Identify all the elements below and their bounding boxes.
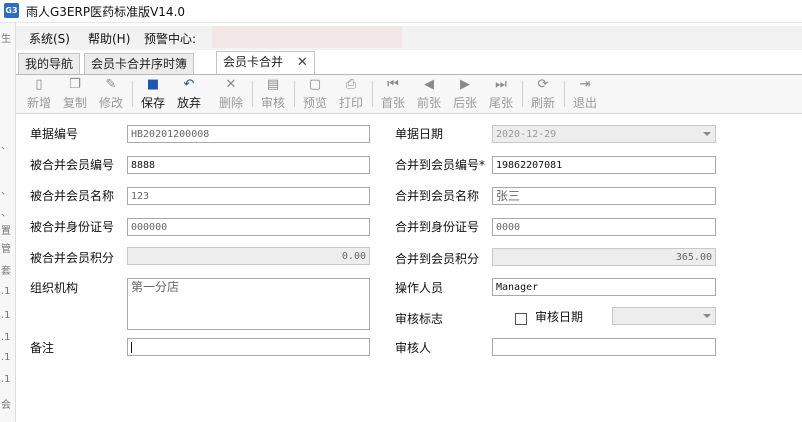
save-button[interactable]: ■ 保存 — [138, 77, 168, 111]
delete-icon: ✕ — [225, 77, 237, 92]
first-record-button[interactable]: ⏮ 首张 — [378, 77, 408, 111]
first-icon: ⏮ — [387, 77, 399, 92]
menu-system[interactable]: 系统(S) — [29, 30, 70, 47]
window-title: 雨人G3ERP医药标准版V14.0 — [26, 5, 186, 19]
new-button[interactable]: ▯ 新增 — [24, 77, 54, 111]
prev-icon: ◀ — [424, 77, 434, 92]
toolbar-separator — [132, 81, 133, 107]
menu-help[interactable]: 帮助(H) — [88, 30, 130, 47]
exit-icon: ⇥ — [579, 77, 591, 92]
audit-flag-checkbox[interactable] — [515, 313, 527, 325]
from-points-label: 被合并会员积分 — [30, 251, 115, 265]
toolbar-separator — [372, 81, 373, 107]
doc-no-field[interactable]: HB20201200008 — [127, 125, 370, 143]
tab-my-navigation[interactable]: 我的导航 — [18, 53, 81, 74]
from-points-field: 0.00 — [127, 247, 370, 265]
tab-label: 会员卡合并 — [223, 55, 284, 69]
auditor-label: 审核人 — [395, 341, 432, 355]
operator-field[interactable]: Manager — [492, 278, 716, 296]
chevron-down-icon — [703, 314, 711, 318]
audit-button[interactable]: ▤ 审核 — [258, 77, 288, 111]
from-id-no-field[interactable]: 000000 — [127, 218, 370, 236]
alert-center-area — [212, 26, 402, 48]
org-field[interactable]: 第一分店 — [127, 278, 370, 330]
remark-field[interactable] — [127, 338, 370, 356]
last-icon: ⏭ — [495, 77, 507, 92]
toolbar-separator — [252, 81, 253, 107]
org-label: 组织机构 — [30, 281, 79, 295]
refresh-icon: ⟳ — [537, 77, 549, 92]
next-record-button[interactable]: ▶ 后张 — [450, 77, 480, 111]
menu-bar: 系统(S) 帮助(H) 预警中心: — [16, 26, 802, 50]
to-member-name-field[interactable]: 张三 — [492, 187, 716, 205]
auditor-field[interactable] — [492, 338, 716, 356]
copy-icon: ❐ — [69, 77, 81, 92]
next-icon: ▶ — [460, 77, 470, 92]
to-id-no-label: 合并到身份证号 — [395, 220, 480, 234]
toolbar-separator — [564, 81, 565, 107]
doc-date-value: 2020-12-29 — [496, 129, 557, 140]
delete-button[interactable]: ✕ 删除 — [216, 77, 246, 111]
to-member-no-field[interactable]: 19862207081 — [492, 156, 716, 174]
save-icon: ■ — [146, 77, 160, 92]
menu-alert-center[interactable]: 预警中心: — [144, 30, 196, 47]
text-cursor — [131, 341, 132, 353]
edit-button[interactable]: ✎ 修改 — [96, 77, 126, 111]
doc-date-dropdown[interactable]: 2020-12-29 — [492, 125, 716, 143]
toolbar: ▯ 新增 ❐ 复制 ✎ 修改 ■ 保存 ↶ 放弃 ✕ 删除 ▤ 审核 ▢ 预览 … — [16, 75, 802, 114]
exit-button[interactable]: ⇥ 退出 — [570, 77, 600, 111]
toolbar-separator — [294, 81, 295, 107]
tab-label: 会员卡合并序时簿 — [91, 57, 188, 71]
to-id-no-field[interactable]: 0000 — [492, 218, 716, 236]
print-button[interactable]: ⎙ 打印 — [336, 77, 366, 111]
tab-bar: 我的导航 会员卡合并序时簿 会员卡合并 ✕ — [16, 51, 802, 75]
last-record-button[interactable]: ⏭ 尾张 — [486, 77, 516, 111]
app-logo-icon: G3 — [4, 3, 19, 18]
audit-date-dropdown[interactable] — [612, 307, 716, 325]
from-member-name-field[interactable]: 123 — [127, 187, 370, 205]
preview-icon: ▢ — [308, 77, 322, 92]
prev-record-button[interactable]: ◀ 前张 — [414, 77, 444, 111]
from-member-no-label: 被合并会员编号 — [30, 158, 115, 172]
from-member-no-field[interactable]: 8888 — [127, 156, 370, 174]
new-doc-icon: ▯ — [35, 77, 43, 92]
tab-member-card-merge-journal[interactable]: 会员卡合并序时簿 — [84, 53, 195, 74]
tab-label: 我的导航 — [25, 57, 74, 71]
to-member-name-label: 合并到会员名称 — [395, 189, 480, 203]
tab-close-icon[interactable]: ✕ — [297, 55, 308, 70]
to-points-field: 365.00 — [492, 248, 716, 266]
edit-icon: ✎ — [105, 77, 117, 92]
member-card-merge-form: 单据编号 HB20201200008 单据日期 2020-12-29 被合并会员… — [0, 114, 802, 422]
doc-no-label: 单据编号 — [30, 127, 79, 141]
undo-icon: ↶ — [183, 77, 195, 92]
audit-flag-label: 审核标志 — [395, 312, 444, 326]
doc-date-label: 单据日期 — [395, 127, 444, 141]
tab-member-card-merge[interactable]: 会员卡合并 ✕ — [216, 51, 315, 74]
toolbar-separator — [522, 81, 523, 107]
from-member-name-label: 被合并会员名称 — [30, 189, 115, 203]
from-id-no-label: 被合并身份证号 — [30, 220, 115, 234]
preview-button[interactable]: ▢ 预览 — [300, 77, 330, 111]
to-member-no-label: 合并到会员编号* — [395, 158, 486, 172]
copy-button[interactable]: ❐ 复制 — [60, 77, 90, 111]
title-bar: G3 雨人G3ERP医药标准版V14.0 — [0, 0, 802, 23]
refresh-button[interactable]: ⟳ 刷新 — [528, 77, 558, 111]
to-points-label: 合并到会员积分 — [395, 252, 480, 266]
audit-date-label: 审核日期 — [535, 310, 584, 324]
audit-icon: ▤ — [266, 77, 280, 92]
print-icon: ⎙ — [345, 77, 357, 92]
operator-label: 操作人员 — [395, 281, 444, 295]
discard-button[interactable]: ↶ 放弃 — [174, 77, 204, 111]
chevron-down-icon — [703, 132, 711, 136]
remark-label: 备注 — [30, 341, 55, 355]
